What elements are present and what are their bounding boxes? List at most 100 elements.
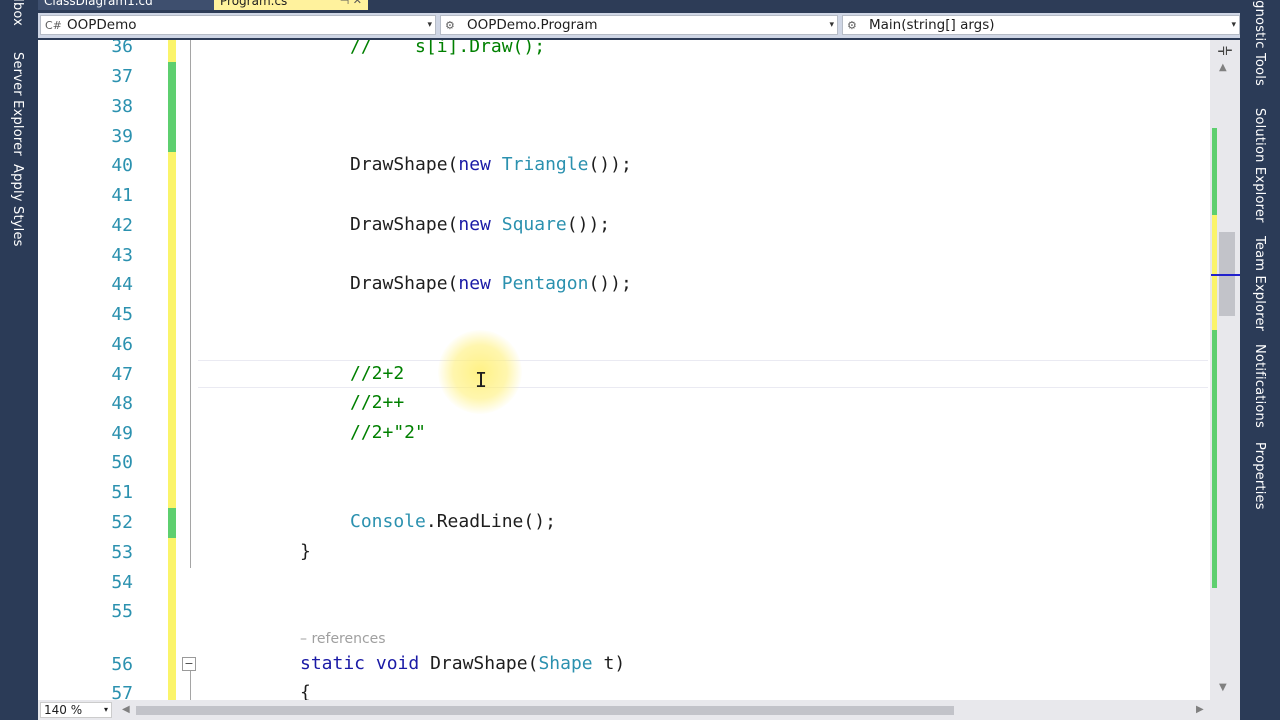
code-line-52: Console.ReadLine(); (350, 511, 556, 532)
code-line-48: //2++ (350, 392, 405, 413)
method-icon: ⚙ (847, 19, 857, 32)
keyword-token: void (375, 653, 420, 674)
line-number: 51 (111, 482, 133, 503)
line-number-gutter: 36 37 38 39 40 41 42 43 44 45 46 47 48 4… (38, 40, 133, 700)
line-number: 39 (111, 126, 133, 147)
code-line-42: DrawShape(new Square()); (350, 214, 610, 235)
code-line-44: DrawShape(new Pentagon()); (350, 273, 632, 294)
line-number: 55 (111, 601, 133, 622)
line-number: 52 (111, 512, 133, 533)
team-explorer-tab[interactable]: Team Explorer (1252, 236, 1267, 331)
chevron-down-icon: ▾ (1231, 20, 1236, 30)
zoom-value: 140 % (44, 703, 83, 717)
tail-token: .ReadLine(); (425, 511, 556, 532)
code-line-40: DrawShape(new Triangle()); (350, 154, 632, 175)
outline-guide (190, 40, 191, 568)
zoom-dropdown[interactable]: 140 % ▾ (40, 702, 112, 718)
line-number: 42 (111, 215, 133, 236)
codelens-references[interactable]: – references (300, 631, 386, 647)
line-number: 47 (111, 364, 133, 385)
line-number: 40 (111, 155, 133, 176)
tab-program-cs[interactable]: Program.cs ⊣ ✕ (214, 0, 368, 10)
line-number: 54 (111, 572, 133, 593)
csharp-project-icon: C# (45, 19, 62, 32)
scroll-right-icon[interactable]: ▶ (1196, 704, 1204, 715)
toolbox-tab[interactable]: olbox (10, 0, 25, 26)
properties-tab[interactable]: Properties (1252, 442, 1267, 510)
outline-guide (190, 670, 191, 700)
tab-classdiagram[interactable]: ClassDiagram1.cd (38, 0, 218, 10)
diagnostic-tools-tab[interactable]: agnostic Tools (1252, 0, 1267, 86)
chevron-down-icon: ▾ (427, 20, 432, 30)
keyword-token: new (458, 273, 491, 294)
tail-token: ()); (588, 154, 632, 175)
code-line-47: //2+2 (350, 363, 405, 384)
chevron-down-icon: ▾ (103, 705, 108, 714)
scrollbar-saved-marker (1212, 330, 1217, 588)
method-token: DrawShape( (350, 214, 459, 235)
line-number: 36 (111, 40, 133, 57)
line-number: 44 (111, 274, 133, 295)
apply-styles-tab[interactable]: Apply Styles (10, 164, 25, 247)
saved-change-marker (168, 508, 176, 538)
line-number: 50 (111, 452, 133, 473)
right-tool-strip: agnostic Tools Solution Explorer Team Ex… (1240, 0, 1280, 720)
tail-token: ()); (588, 273, 632, 294)
tail-token: t) (592, 653, 626, 674)
code-line-49: //2+"2" (350, 422, 426, 443)
line-number: 57 (111, 683, 133, 700)
collapse-toggle[interactable]: − (182, 657, 196, 671)
scrollbar-saved-marker (1212, 128, 1217, 216)
scroll-up-icon[interactable]: ▲ (1219, 62, 1227, 73)
type-token: Square (501, 214, 567, 235)
type-token: Pentagon (501, 273, 589, 294)
left-tool-strip: olbox Server Explorer Apply Styles (0, 0, 38, 720)
line-number: 53 (111, 542, 133, 563)
member-dropdown-label: Main(string[] args) (869, 17, 995, 33)
class-dropdown-label: OOPDemo.Program (467, 17, 598, 33)
project-dropdown-label: OOPDemo (67, 17, 137, 33)
tab-pin-close-icons[interactable]: ⊣ ✕ (340, 0, 362, 8)
type-token: Shape (538, 653, 593, 674)
line-number: 45 (111, 304, 133, 325)
code-editor[interactable]: 36 37 38 39 40 41 42 43 44 45 46 47 48 4… (38, 40, 1240, 700)
scrollbar-change-marker (1212, 215, 1217, 330)
editor-bottom-bar: 140 % ▾ ◀ ▶ (38, 700, 1240, 720)
scroll-down-icon[interactable]: ▼ (1219, 682, 1227, 693)
line-number: 43 (111, 245, 133, 266)
line-number: 49 (111, 423, 133, 444)
type-token: Console (350, 511, 426, 532)
notifications-tab[interactable]: Notifications (1252, 344, 1267, 428)
keyword-token: new (458, 214, 491, 235)
tail-token: ()); (566, 214, 611, 235)
scroll-left-icon[interactable]: ◀ (122, 704, 130, 715)
line-number: 41 (111, 185, 133, 206)
line-number: 38 (111, 96, 133, 117)
horizontal-scroll-thumb[interactable] (136, 706, 954, 715)
server-explorer-tab[interactable]: Server Explorer (10, 52, 25, 156)
member-dropdown[interactable]: ⚙ Main(string[] args) ▾ (842, 15, 1240, 35)
method-token: DrawShape( (350, 273, 459, 294)
line-number: 37 (111, 66, 133, 87)
chevron-down-icon: ▾ (829, 20, 834, 30)
line-number: 48 (111, 393, 133, 414)
line-number: 56 (111, 654, 133, 675)
ibeam-cursor-icon: I (475, 368, 488, 392)
code-line-56: static void DrawShape(Shape t) (300, 653, 625, 674)
class-dropdown[interactable]: ⚙ OOPDemo.Program ▾ (440, 15, 838, 35)
solution-explorer-tab[interactable]: Solution Explorer (1252, 108, 1267, 223)
split-window-icon[interactable]: ⟛ (1213, 40, 1237, 60)
document-tab-strip: ClassDiagram1.cd Program.cs ⊣ ✕ (38, 0, 1240, 10)
saved-change-marker (168, 62, 176, 152)
line-number: 46 (111, 334, 133, 355)
class-icon: ⚙ (445, 19, 455, 32)
tab-label: ClassDiagram1.cd (44, 0, 153, 8)
tab-label: Program.cs (220, 0, 288, 8)
method-token: DrawShape( (430, 653, 539, 674)
navigation-bar: C# OOPDemo ▾ ⚙ OOPDemo.Program ▾ ⚙ Main(… (38, 13, 1240, 38)
scrollbar-caret-marker (1211, 274, 1240, 276)
project-dropdown[interactable]: C# OOPDemo ▾ (40, 15, 436, 35)
method-token: DrawShape( (350, 154, 459, 175)
code-line-53: } (300, 541, 311, 562)
keyword-token: new (458, 154, 491, 175)
